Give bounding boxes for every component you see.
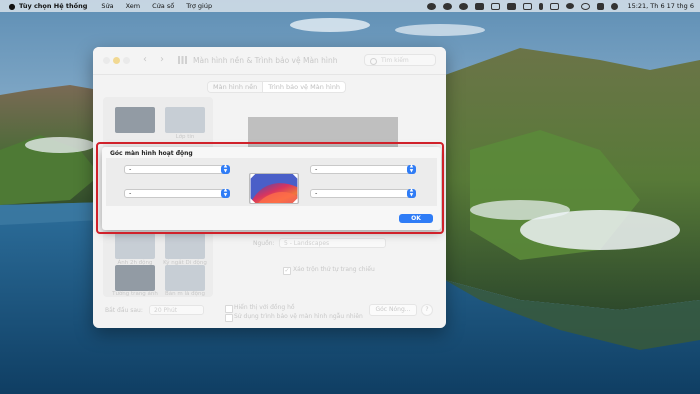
chevron-updown-icon: ▲ ▼ xyxy=(407,188,416,198)
status-app2-icon[interactable] xyxy=(459,2,469,10)
bluetooth-icon[interactable] xyxy=(539,2,544,10)
display-icon[interactable] xyxy=(491,2,501,10)
status-app3-icon[interactable] xyxy=(475,2,485,10)
menu-help[interactable]: Trợ giúp xyxy=(186,2,212,10)
hot-corners-sheet: Góc màn hình hoạt động - ▲ ▼ - ▲ ▼ - ▲ ▼ - … xyxy=(102,147,441,230)
bottom-right-corner-select[interactable]: - ▲ ▼ xyxy=(310,188,416,198)
top-right-corner-select[interactable]: - ▲ ▼ xyxy=(310,164,416,174)
status-app4-icon[interactable] xyxy=(507,2,517,10)
ok-button[interactable]: OK xyxy=(399,214,433,223)
siri-icon[interactable] xyxy=(611,2,619,10)
wifi-icon[interactable] xyxy=(566,3,575,9)
bottom-left-corner-value: - xyxy=(129,189,132,197)
apple-menu-icon[interactable]: ● xyxy=(5,2,19,11)
desktop-preview-image xyxy=(249,173,299,204)
control-center-icon[interactable] xyxy=(597,2,605,10)
menu-clock[interactable]: 15:21, Th 6 17 thg 6 xyxy=(627,2,694,10)
chevron-updown-icon: ▲ ▼ xyxy=(221,164,230,174)
status-app-icon[interactable] xyxy=(427,2,437,10)
top-left-corner-value: - xyxy=(129,165,132,173)
sheet-title: Góc màn hình hoạt động xyxy=(110,150,193,157)
menu-extras: 15:21, Th 6 17 thg 6 xyxy=(427,0,694,12)
battery-icon[interactable] xyxy=(523,2,533,10)
menu-view[interactable]: Xem xyxy=(126,2,141,10)
search-spotlight-icon[interactable] xyxy=(581,2,591,10)
top-right-corner-value: - xyxy=(315,165,318,173)
status-creative-cloud-icon[interactable] xyxy=(443,2,453,10)
chevron-updown-icon: ▲ ▼ xyxy=(407,164,416,174)
menu-app-name[interactable]: Tùy chọn Hệ thống xyxy=(19,2,87,10)
menu-bar: ● Tùy chọn Hệ thống Sửa Xem Cửa sổ Trợ g… xyxy=(0,0,700,12)
menu-edit[interactable]: Sửa xyxy=(101,2,113,10)
corners-area: - ▲ ▼ - ▲ ▼ - ▲ ▼ - ▲ ▼ xyxy=(106,158,437,206)
chevron-updown-icon: ▲ ▼ xyxy=(221,188,230,198)
top-left-corner-select[interactable]: - ▲ ▼ xyxy=(124,164,230,174)
bottom-left-corner-select[interactable]: - ▲ ▼ xyxy=(124,188,230,198)
menu-window[interactable]: Cửa sổ xyxy=(152,2,174,10)
bottom-right-corner-value: - xyxy=(315,189,318,197)
battery-level-icon[interactable] xyxy=(550,2,560,10)
